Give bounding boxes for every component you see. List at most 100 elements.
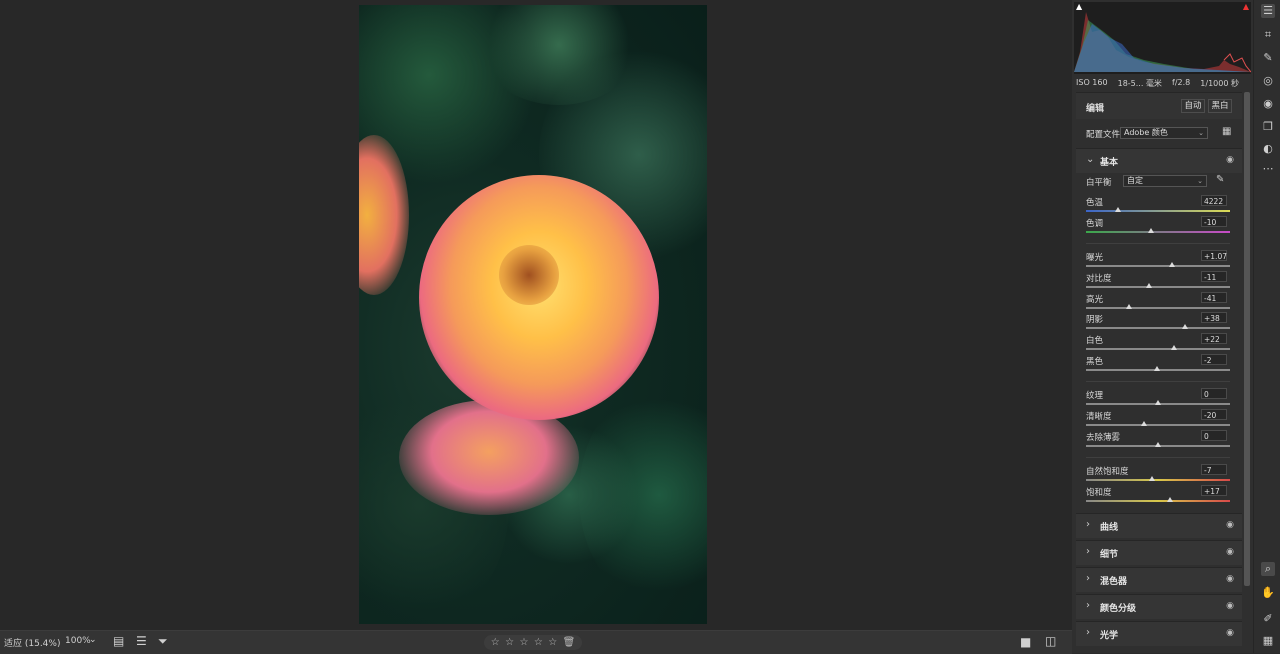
slider-track[interactable] (1086, 228, 1230, 233)
section-label: 细节 (1100, 550, 1119, 560)
eye-icon[interactable]: ◉ (1226, 547, 1234, 557)
slider-value-field[interactable]: -10 (1201, 216, 1227, 227)
eye-icon[interactable]: ◉ (1226, 628, 1234, 638)
slider-thumb[interactable] (1146, 283, 1153, 288)
snapshots-icon[interactable]: ❐ (1261, 120, 1275, 134)
white-balance-dropdown[interactable]: 自定 ⌄ (1123, 175, 1207, 187)
chevron-down-icon: ⌄ (1086, 154, 1095, 165)
section-header[interactable]: › 细节 ◉ (1076, 540, 1242, 565)
slider-track[interactable] (1086, 442, 1230, 447)
slider-value-field[interactable]: -41 (1201, 292, 1227, 303)
slider-track[interactable] (1086, 400, 1230, 405)
slider-track[interactable] (1086, 476, 1230, 481)
zoom-fit-label[interactable]: 适应 (15.4%) (4, 636, 60, 649)
slider-value-field[interactable]: 4222 (1201, 195, 1227, 206)
slider-thumb[interactable] (1155, 400, 1161, 405)
slider-value-field[interactable]: +22 (1201, 333, 1227, 344)
focal-length: 18-5... 毫米 (1117, 79, 1162, 88)
star-icon[interactable]: ☆ (519, 637, 528, 648)
slider-thumb[interactable] (1140, 421, 1147, 426)
slider-label: 色调 (1086, 219, 1104, 229)
image-canvas[interactable] (0, 0, 1072, 630)
divider (1086, 243, 1230, 244)
more-icon[interactable]: ⋯ (1261, 162, 1275, 176)
slider-thumb[interactable] (1166, 497, 1173, 502)
slider-track[interactable] (1086, 421, 1230, 426)
slider-track[interactable] (1086, 262, 1230, 267)
slider-value-field[interactable]: -11 (1201, 271, 1227, 282)
photo-preview[interactable] (359, 5, 707, 624)
profile-browser-icon[interactable]: ▦ (1222, 126, 1231, 137)
healing-brush-icon[interactable]: ✎ (1261, 51, 1275, 65)
slider-thumb[interactable] (1169, 262, 1176, 267)
slider-track[interactable] (1086, 345, 1230, 350)
sort-icon[interactable]: ☰ (136, 634, 147, 648)
eye-icon[interactable]: ◉ (1226, 520, 1234, 530)
slider-thumb[interactable] (1147, 228, 1154, 233)
slider-track[interactable] (1086, 497, 1230, 502)
slider-value-field[interactable]: +1.07 (1201, 250, 1227, 261)
zoom-icon[interactable]: ⌕ (1261, 562, 1275, 576)
eye-icon[interactable]: ◉ (1226, 574, 1234, 584)
slider-thumb[interactable] (1182, 324, 1189, 329)
section-basic[interactable]: ⌄ 基本 ◉ (1076, 148, 1242, 173)
hand-icon[interactable]: ✋ (1261, 586, 1275, 600)
slider-thumb[interactable] (1170, 345, 1177, 350)
slider-thumb[interactable] (1149, 476, 1156, 481)
star-icon[interactable]: ☆ (491, 637, 500, 648)
filter-icon[interactable]: ⏷ (158, 634, 168, 649)
section-header[interactable]: › 混色器 ◉ (1076, 567, 1242, 592)
red-eye-icon[interactable]: ◉ (1261, 97, 1275, 111)
slider-track[interactable] (1086, 324, 1230, 329)
star-icon[interactable]: ☆ (534, 637, 543, 648)
section-header[interactable]: › 颜色分级 ◉ (1076, 594, 1242, 619)
slider-thumb[interactable] (1126, 304, 1133, 309)
zoom-value[interactable]: 100% (65, 636, 91, 646)
star-icon[interactable]: ☆ (548, 637, 557, 648)
mask-icon[interactable]: ◎ (1261, 74, 1275, 88)
before-after-icon[interactable]: ▤ (113, 634, 124, 648)
section-basic-label: 基本 (1100, 158, 1119, 168)
eye-icon[interactable]: ◉ (1226, 155, 1234, 165)
slider-label: 白色 (1086, 336, 1104, 346)
slider-track[interactable] (1086, 304, 1230, 309)
compare-view-icon[interactable]: ◫ (1045, 634, 1056, 648)
slider-value-field[interactable]: +17 (1201, 485, 1227, 496)
slider-value-field[interactable]: -7 (1201, 464, 1227, 475)
presets-icon[interactable]: ◐ (1261, 142, 1275, 156)
chevron-right-icon: › (1086, 519, 1090, 530)
slider-thumb[interactable] (1153, 366, 1160, 371)
section-header[interactable]: › 光学 ◉ (1076, 621, 1242, 646)
edit-header: 编辑 自动 黑白 (1076, 92, 1242, 119)
profile-dropdown[interactable]: Adobe 颜色 ⌄ (1120, 127, 1208, 139)
eye-icon[interactable]: ◉ (1226, 601, 1234, 611)
slider-track[interactable] (1086, 283, 1230, 288)
highlight-clip-icon[interactable]: ▲ (1243, 2, 1249, 11)
section-header[interactable]: › 曲线 ◉ (1076, 513, 1242, 538)
grid-icon[interactable]: ▦ (1261, 634, 1275, 648)
auto-button[interactable]: 自动 (1181, 99, 1205, 113)
black-white-button[interactable]: 黑白 (1208, 99, 1232, 113)
slider-track[interactable] (1086, 366, 1230, 371)
single-view-icon[interactable]: ■ (1020, 635, 1031, 649)
slider-thumb[interactable] (1155, 442, 1161, 447)
slider-value-field[interactable]: -2 (1201, 354, 1227, 365)
chevron-down-icon[interactable]: ⌄ (89, 635, 97, 645)
panel-scrollbar[interactable] (1244, 92, 1250, 586)
slider-thumb[interactable] (1114, 207, 1121, 212)
slider-value-field[interactable]: 0 (1201, 430, 1227, 441)
slider-value-field[interactable]: -20 (1201, 409, 1227, 420)
eyedropper-icon[interactable]: ✎ (1216, 174, 1224, 185)
chevron-down-icon: ⌄ (1197, 177, 1203, 185)
slider-track[interactable] (1086, 207, 1230, 212)
star-icon[interactable]: ☆ (505, 637, 514, 648)
edit-sliders-icon[interactable]: ☰ (1261, 4, 1275, 18)
shadow-clip-icon[interactable]: ▲ (1076, 2, 1082, 11)
crop-icon[interactable]: ⌗ (1261, 28, 1275, 42)
trash-icon[interactable]: 🗑 (563, 637, 576, 648)
profile-row: 配置文件 Adobe 颜色 ⌄ ▦ (1076, 120, 1242, 146)
slider-value-field[interactable]: 0 (1201, 388, 1227, 399)
sampler-icon[interactable]: ✐ (1261, 612, 1275, 626)
chevron-right-icon: › (1086, 573, 1090, 584)
slider-value-field[interactable]: +38 (1201, 312, 1227, 323)
